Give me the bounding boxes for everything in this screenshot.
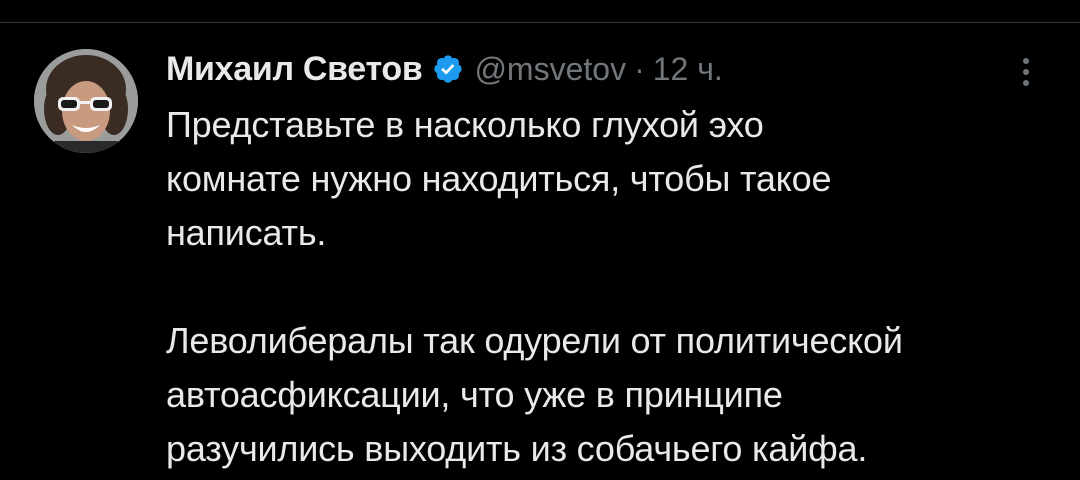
tweet-paragraph: Леволибералы так одурели от политической…: [166, 320, 903, 469]
verified-badge-icon: [432, 53, 464, 85]
author-avatar[interactable]: [34, 49, 138, 153]
tweet-card[interactable]: Михаил Светов @msvetov · 12 ч. Представь…: [0, 0, 1080, 480]
avatar-image: [34, 49, 138, 153]
header-separator: ·: [634, 50, 645, 87]
tweet-header: Михаил Светов @msvetov · 12 ч.: [166, 44, 723, 94]
more-options-button[interactable]: [1008, 52, 1044, 92]
top-divider: [0, 22, 1080, 23]
author-handle[interactable]: @msvetov: [474, 51, 626, 88]
author-display-name[interactable]: Михаил Светов: [166, 50, 423, 89]
more-vertical-icon: [1023, 58, 1029, 86]
tweet-paragraph: Представьте в насколько глухой эхо комна…: [166, 104, 832, 253]
tweet-text: Представьте в насколько глухой эхо комна…: [166, 98, 1066, 476]
tweet-timestamp[interactable]: 12 ч.: [653, 51, 723, 88]
